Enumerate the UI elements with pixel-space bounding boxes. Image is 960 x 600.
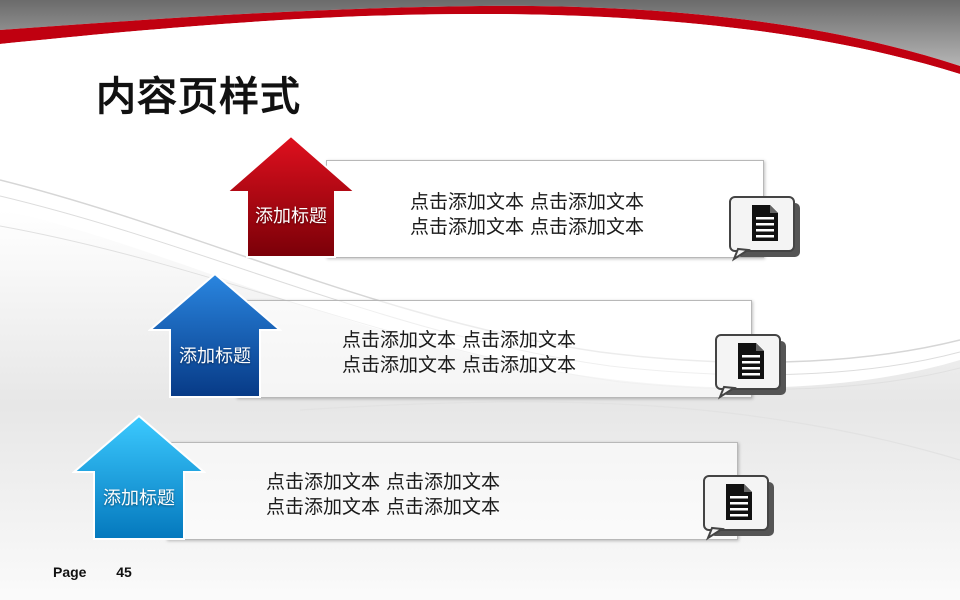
row-text-line-2: 点击添加文本 点击添加文本 (266, 496, 501, 518)
row-text-line-2: 点击添加文本 点击添加文本 (342, 354, 577, 376)
page-footer: Page 45 (53, 564, 132, 580)
up-arrow-blue[interactable] (148, 272, 282, 400)
page-label: Page (53, 564, 87, 580)
page-title: 内容页样式 (96, 74, 301, 120)
document-icon[interactable] (726, 195, 806, 265)
row-text-line-1: 点击添加文本 点击添加文本 (342, 329, 577, 351)
row-text-line-1: 点击添加文本 点击添加文本 (266, 471, 501, 493)
page-number: 45 (116, 564, 132, 580)
document-icon[interactable] (712, 333, 792, 403)
document-icon[interactable] (700, 474, 780, 544)
up-arrow-red[interactable] (225, 134, 357, 260)
row-text-line-1: 点击添加文本 点击添加文本 (410, 191, 645, 213)
row-text-line-2: 点击添加文本 点击添加文本 (410, 216, 645, 238)
up-arrow-cyan[interactable] (72, 414, 206, 542)
